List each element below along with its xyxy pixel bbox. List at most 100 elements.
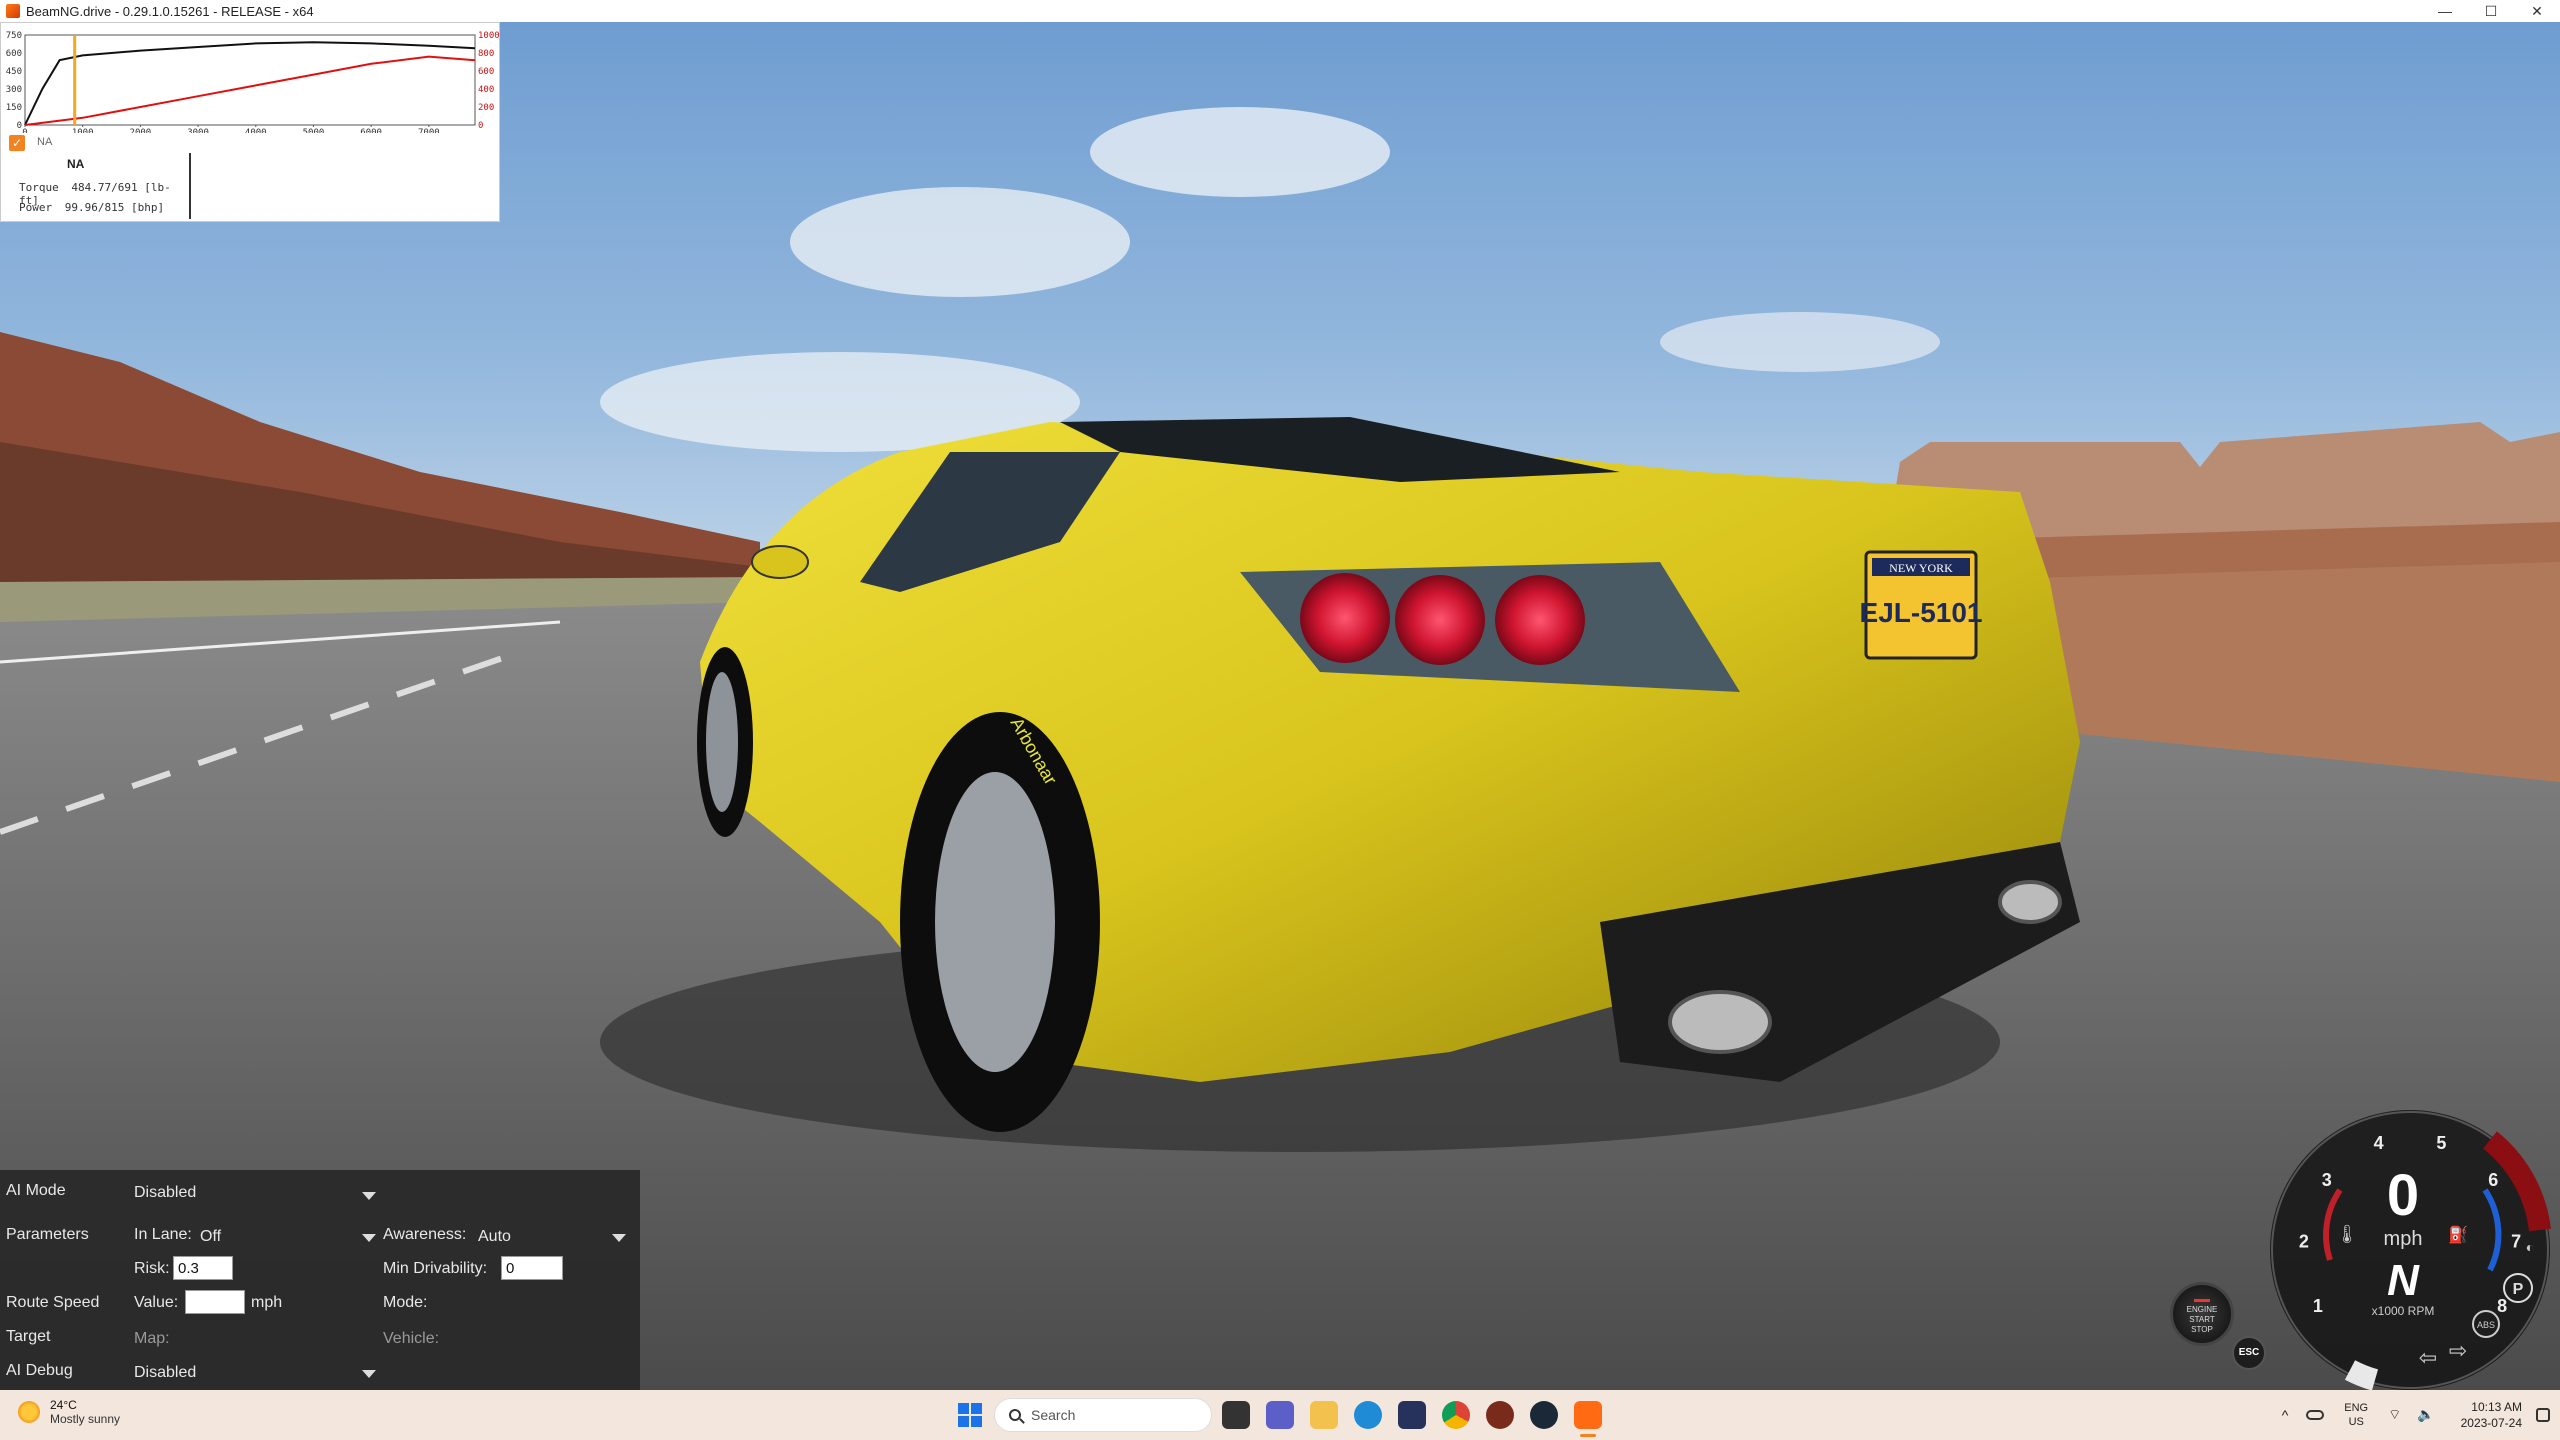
min-drivability-input[interactable]: [501, 1256, 563, 1280]
front-rim: [706, 672, 738, 812]
right-axis-tick-label: 400: [478, 85, 494, 95]
network-volume-icons[interactable]: ⌔ 🔈: [2388, 1406, 2440, 1424]
ai-debug-label: AI Debug: [6, 1362, 73, 1379]
onedrive-cloud-icon[interactable]: [2306, 1410, 2325, 1420]
dashboard-gauge: 1 2 3 4 5 6 7 8 0 mph N x1000 RPM P ABS 🌡 ⛽ ◐ ⇦…: [2250, 1100, 2560, 1391]
minimize-button[interactable]: —: [2422, 0, 2468, 22]
value-label: Value:: [134, 1294, 179, 1311]
x-axis-tick-label: 2000: [130, 128, 152, 133]
taskbar-search[interactable]: Search: [994, 1398, 1212, 1432]
legend-title: NA: [67, 157, 85, 171]
rpm-tick-label: 3: [2322, 1170, 2332, 1190]
rear-rim: [935, 772, 1055, 1072]
lang-code: ENG: [2344, 1402, 2369, 1414]
exhaust-pipe: [1668, 990, 1772, 1054]
edge-browser-icon[interactable]: [1354, 1401, 1382, 1429]
target-label: Target: [6, 1328, 51, 1345]
close-button[interactable]: ✕: [2514, 0, 2560, 22]
rpm-tick-label: 8: [2497, 1296, 2507, 1316]
speed-unit: mph: [2384, 1228, 2423, 1250]
engine-start-stop-button[interactable]: ENGINE START STOP: [2170, 1282, 2234, 1346]
search-placeholder: Search: [1031, 1407, 1076, 1423]
weather-widget[interactable]: 24°C Mostly sunny: [18, 1398, 120, 1426]
awareness-dropdown-arrow-icon[interactable]: [612, 1234, 626, 1242]
left-axis-tick-label: 0: [17, 121, 22, 131]
speed-readout: 0: [2387, 1163, 2419, 1228]
route-speed-unit: mph: [251, 1294, 283, 1311]
lang-region: US: [2348, 1416, 2364, 1428]
right-turn-signal-icon: ⇨: [2449, 1338, 2467, 1363]
sun-icon: [18, 1401, 40, 1423]
power-value: 99.96/815 [bhp]: [64, 201, 165, 214]
na-checkbox[interactable]: ✓: [9, 135, 25, 151]
ai-mode-dropdown[interactable]: Disabled: [134, 1184, 196, 1202]
in-lane-label: In Lane:: [134, 1226, 192, 1243]
teams-chat-icon[interactable]: [1266, 1401, 1294, 1429]
tail-light: [1495, 575, 1585, 665]
cloud: [1660, 312, 1940, 372]
chrome-browser-icon[interactable]: [1442, 1401, 1470, 1429]
torque-power-chart: 7506004503001500100080060040020000 1000 20…: [6, 31, 500, 138]
in-lane-dropdown[interactable]: Off: [200, 1228, 221, 1246]
ai-mode-dropdown-arrow-icon[interactable]: [362, 1192, 376, 1200]
rpm-needle-arc: [2344, 1360, 2379, 1391]
right-axis-tick-label: 800: [478, 49, 494, 59]
route-speed-input[interactable]: [185, 1290, 245, 1314]
cloud: [790, 187, 1130, 297]
left-axis-tick-label: 450: [6, 67, 22, 77]
left-axis-tick-label: 150: [6, 103, 22, 113]
license-plate-number: EJL-5101: [1860, 597, 1983, 628]
ai-control-panel: AI Mode Disabled Parameters In Lane: Off…: [0, 1170, 640, 1390]
task-view-icon[interactable]: [1222, 1401, 1250, 1429]
search-icon: [1009, 1409, 1021, 1421]
game-launcher-icon[interactable]: [1486, 1401, 1514, 1429]
rpm-tick-label: 7: [2511, 1232, 2521, 1252]
side-mirror: [751, 545, 809, 579]
map-label: Map:: [134, 1330, 170, 1347]
engine-button-text-3: STOP: [2191, 1325, 2213, 1334]
left-axis-tick-label: 600: [6, 49, 22, 59]
tray-overflow-chevron-icon[interactable]: ^: [2282, 1407, 2289, 1423]
graph-legend: NA Torque 484.77/691 [lb-ft] Power 99.96…: [15, 153, 191, 219]
plot-frame: [24, 34, 476, 126]
windows-taskbar: 24°C Mostly sunny Search ^ ENG US ⌔ 🔈 10…: [0, 1390, 2560, 1440]
x-axis-tick-label: 0: [22, 128, 27, 133]
file-explorer-icon[interactable]: [1310, 1401, 1338, 1429]
right-axis-tick-label: 1000: [478, 31, 500, 41]
rpm-tick-label: 6: [2488, 1170, 2498, 1190]
rpm-tick-label: 4: [2374, 1133, 2384, 1153]
engine-button-text-2: START: [2189, 1315, 2215, 1324]
input-language-indicator[interactable]: ENG US: [2344, 1401, 2368, 1429]
ai-debug-dropdown[interactable]: Disabled: [134, 1364, 196, 1382]
torque-label: Torque: [19, 181, 59, 194]
microsoft-store-icon[interactable]: [1398, 1401, 1426, 1429]
rpm-tick-label: 5: [2436, 1133, 2446, 1153]
fuel-icon: ⛽: [2448, 1225, 2468, 1244]
taskbar-clock[interactable]: 10:13 AM 2023-07-24: [2461, 1399, 2522, 1431]
steam-icon[interactable]: [1530, 1401, 1558, 1429]
engine-button-led: [2194, 1299, 2210, 1302]
x-axis-tick-label: 1000: [72, 128, 94, 133]
start-button[interactable]: [958, 1403, 982, 1427]
cloud: [1090, 107, 1390, 197]
awareness-dropdown[interactable]: Auto: [478, 1228, 511, 1246]
gear-indicator: N: [2387, 1256, 2420, 1305]
beamng-taskbar-icon[interactable]: [1574, 1401, 1602, 1429]
risk-label: Risk:: [134, 1260, 170, 1277]
mode-label: Mode:: [383, 1294, 428, 1311]
legend-power-row: Power 99.96/815 [bhp]: [19, 201, 164, 214]
left-turn-signal-icon: ⇦: [2419, 1345, 2437, 1370]
clock-time: 10:13 AM: [2471, 1400, 2522, 1414]
right-axis-tick-label: 200: [478, 103, 494, 113]
x-axis-tick-label: 6000: [360, 128, 382, 133]
ai-debug-dropdown-arrow-icon[interactable]: [362, 1370, 376, 1378]
in-lane-dropdown-arrow-icon[interactable]: [362, 1234, 376, 1242]
park-indicator: P: [2513, 1281, 2524, 1298]
rpm-tick-label: 2: [2299, 1232, 2309, 1252]
clock-date: 2023-07-24: [2460, 1416, 2522, 1430]
maximize-button[interactable]: ☐: [2468, 0, 2514, 22]
risk-input[interactable]: [173, 1256, 233, 1280]
notification-icon[interactable]: [2536, 1408, 2550, 1422]
headlight-icon: ◐: [2526, 1239, 2534, 1255]
window-title: BeamNG.drive - 0.29.1.0.15261 - RELEASE …: [26, 3, 314, 19]
